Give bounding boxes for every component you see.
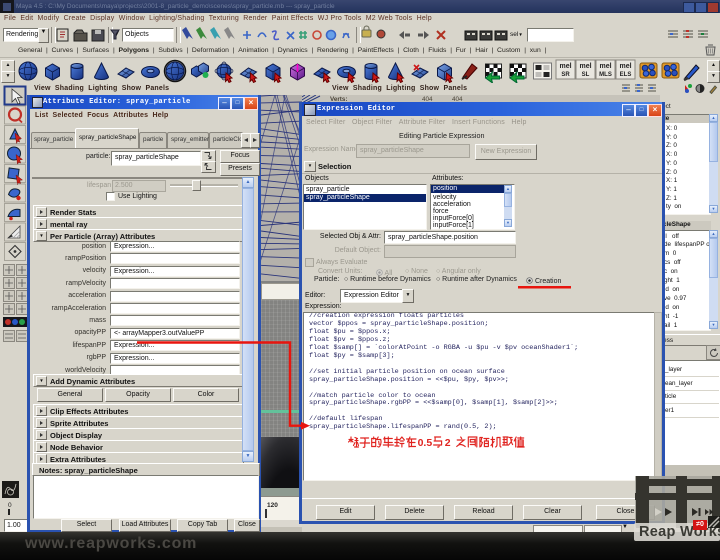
svg-text:2: 2: [445, 437, 451, 449]
svg-text:MLS: MLS: [599, 72, 612, 78]
svg-text:SL: SL: [582, 72, 590, 78]
svg-text:mel: mel: [559, 63, 571, 70]
svg-text:0.5: 0.5: [418, 437, 433, 449]
svg-text:mel: mel: [599, 63, 611, 70]
svg-text:SR: SR: [561, 72, 570, 78]
svg-text:mel: mel: [579, 63, 591, 70]
svg-text:mel: mel: [619, 63, 631, 70]
svg-text:ELS: ELS: [620, 72, 632, 78]
